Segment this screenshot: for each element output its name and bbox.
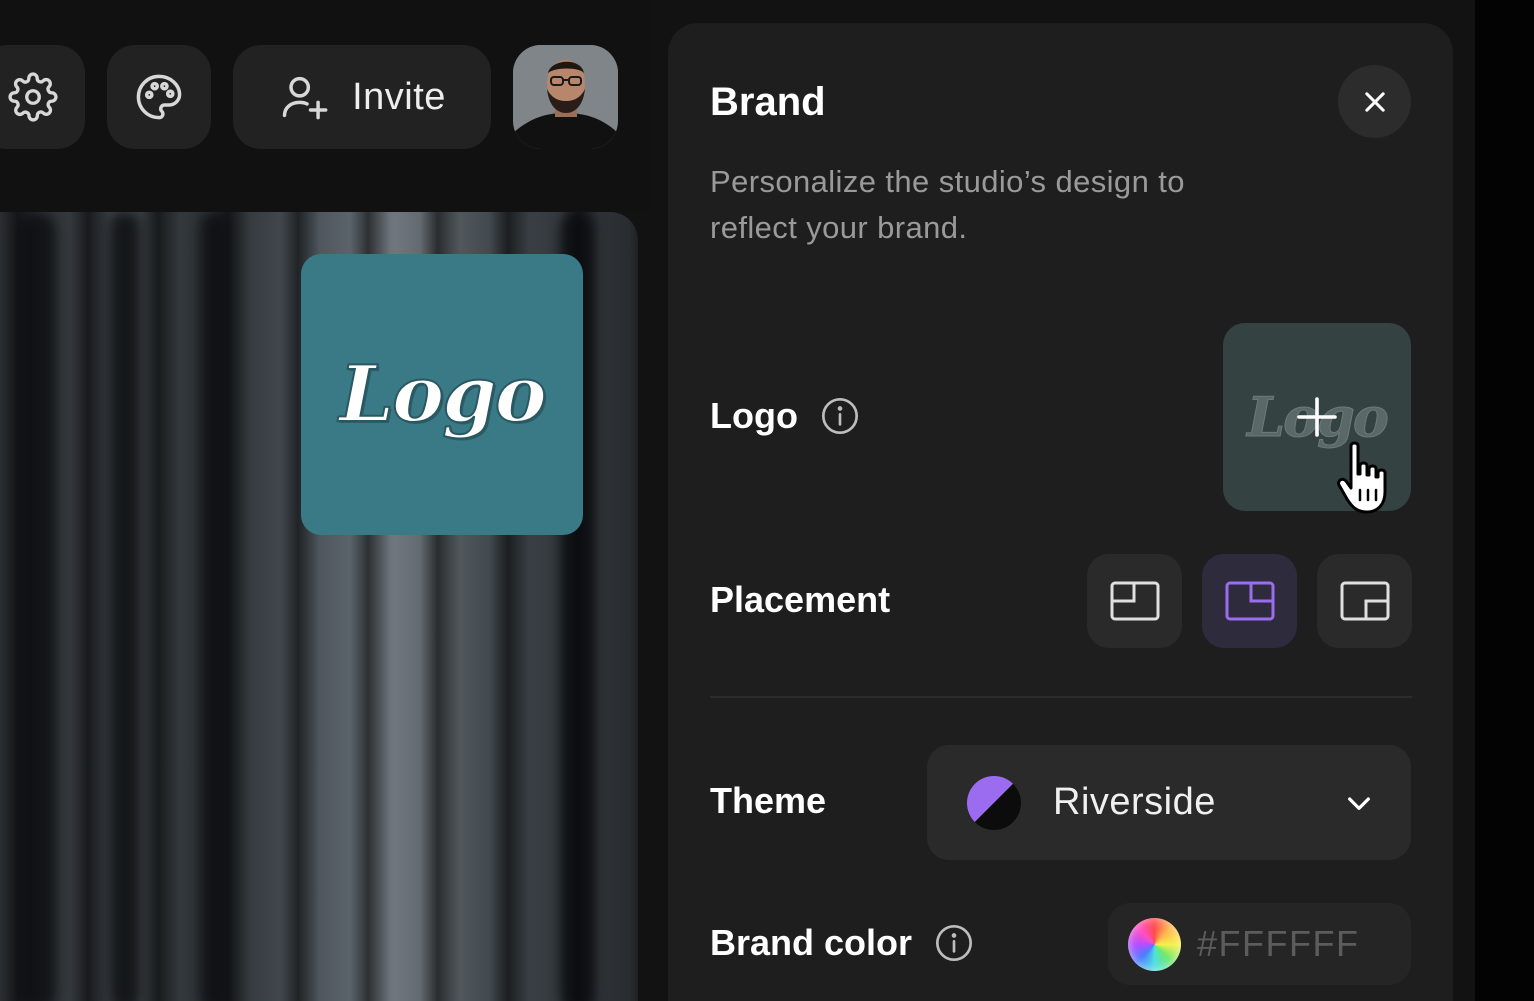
palette-icon — [136, 74, 182, 120]
panel-title: Brand — [710, 80, 826, 124]
theme-label: Theme — [710, 780, 827, 821]
user-photo-icon — [513, 45, 618, 149]
brand-color-row: Brand color — [710, 922, 974, 964]
placement-bottom-right-button[interactable] — [1317, 554, 1412, 648]
placement-top-right-button[interactable] — [1202, 554, 1297, 648]
logo-row: Logo — [710, 395, 860, 437]
theme-row: Theme — [710, 780, 826, 822]
color-wheel-icon[interactable] — [1128, 917, 1181, 971]
logo-overlay-text: Logo — [338, 348, 547, 441]
hand-pointer-cursor-icon — [1337, 441, 1387, 514]
gear-icon — [7, 72, 58, 122]
plus-icon — [1297, 397, 1337, 437]
panel-description: Personalize the studio’s design to refle… — [710, 164, 1185, 245]
invite-button[interactable]: Invite — [233, 45, 491, 149]
layout-bottom-right-icon — [1340, 581, 1389, 621]
layout-top-right-icon — [1225, 581, 1274, 621]
avatar[interactable] — [513, 45, 618, 149]
add-user-icon — [282, 76, 328, 120]
close-icon — [1364, 91, 1385, 112]
theme-dropdown[interactable]: Riverside — [927, 745, 1411, 860]
close-button[interactable] — [1338, 65, 1411, 138]
window-edge — [1475, 0, 1534, 1001]
brand-color-label: Brand color — [710, 922, 913, 963]
section-divider — [710, 696, 1412, 698]
theme-value: Riverside — [1053, 781, 1216, 823]
placement-top-left-button[interactable] — [1087, 554, 1182, 648]
chevron-down-icon — [1348, 797, 1370, 810]
top-toolbar: Invite — [0, 0, 650, 212]
logo-overlay[interactable]: Logo — [301, 254, 583, 535]
info-icon[interactable] — [820, 396, 860, 436]
placement-label: Placement — [710, 579, 891, 620]
placement-row: Placement — [710, 579, 890, 621]
studio-stage: Invite Logo Brand Personalize the studio… — [0, 0, 1475, 1001]
brand-color-hex-placeholder: #FFFFFF — [1197, 923, 1360, 964]
logo-label: Logo — [710, 395, 798, 436]
info-icon[interactable] — [934, 923, 974, 963]
layout-top-left-icon — [1110, 581, 1159, 621]
invite-label: Invite — [352, 75, 446, 118]
brand-palette-button[interactable] — [107, 45, 211, 149]
theme-swatch-icon — [967, 775, 1021, 830]
brand-color-input[interactable]: #FFFFFF — [1108, 903, 1411, 985]
settings-button[interactable] — [0, 45, 85, 149]
